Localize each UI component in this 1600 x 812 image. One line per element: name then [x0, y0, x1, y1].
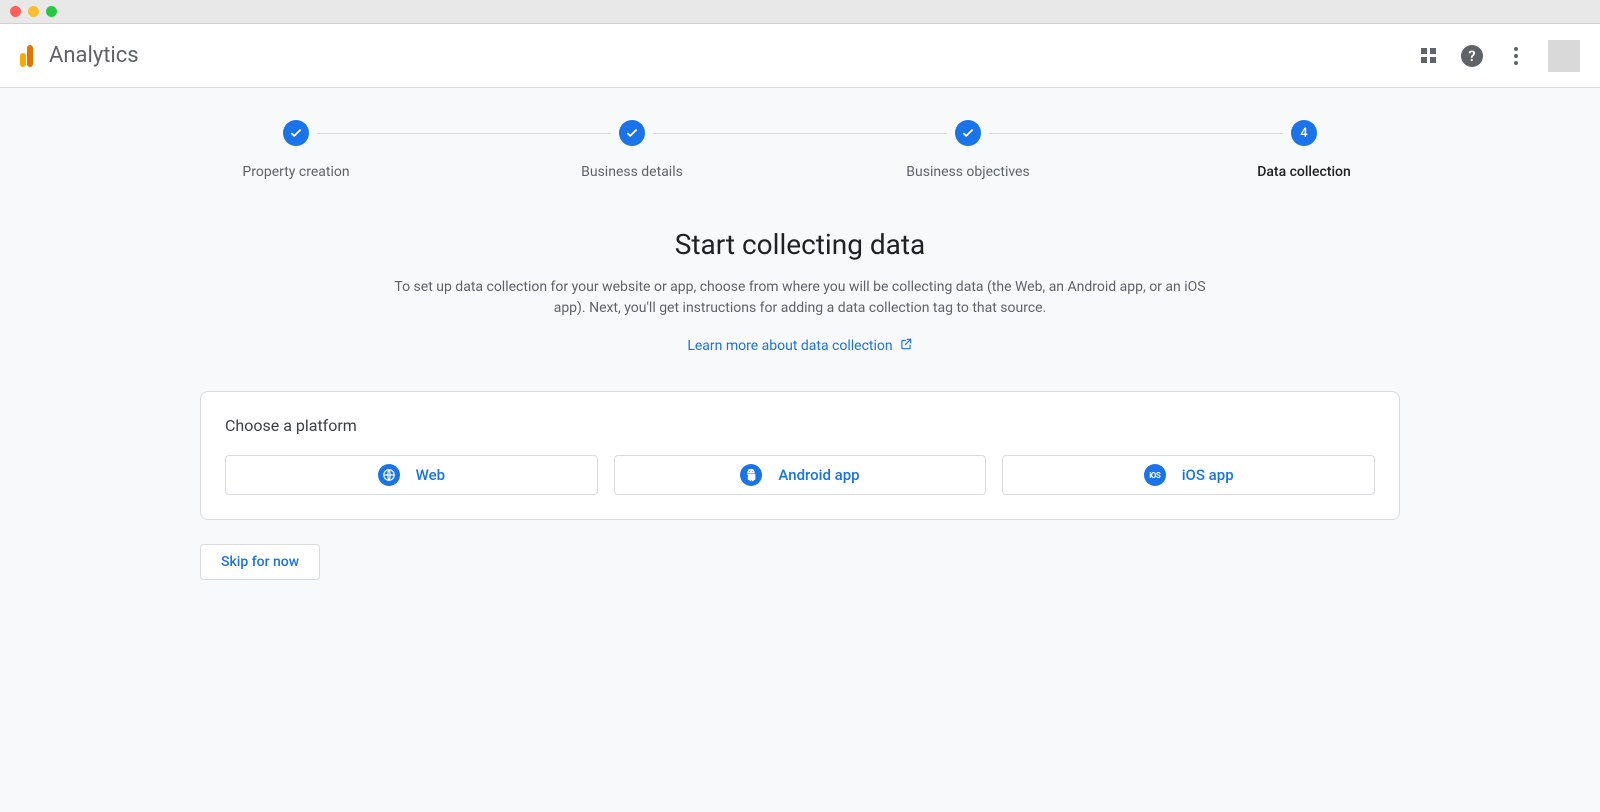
app-title: Analytics	[49, 43, 139, 68]
learn-more-label: Learn more about data collection	[687, 338, 892, 354]
step-label: Data collection	[1257, 164, 1351, 180]
platform-label: iOS app	[1182, 466, 1234, 484]
window-close-icon[interactable]	[10, 6, 21, 17]
apps-grid-icon	[1421, 48, 1436, 63]
check-icon	[619, 120, 645, 146]
app-bar: Analytics ?	[0, 24, 1600, 88]
skip-label: Skip for now	[221, 554, 299, 570]
external-link-icon	[899, 337, 913, 355]
step-label: Business details	[581, 164, 683, 180]
help-icon: ?	[1461, 45, 1483, 67]
globe-icon	[378, 464, 400, 486]
check-icon	[955, 120, 981, 146]
main-content: Property creation Business details Busin…	[0, 88, 1600, 812]
window-minimize-icon[interactable]	[28, 6, 39, 17]
page-subtext: To set up data collection for your websi…	[390, 277, 1210, 319]
skip-button[interactable]: Skip for now	[200, 544, 320, 580]
step-number-icon: 4	[1291, 120, 1317, 146]
platform-label: Android app	[778, 466, 859, 484]
setup-stepper: Property creation Business details Busin…	[200, 120, 1400, 180]
learn-more-link[interactable]: Learn more about data collection	[687, 337, 912, 355]
android-icon	[740, 464, 762, 486]
platform-ios-button[interactable]: iOS iOS app	[1002, 455, 1375, 495]
step-property-creation[interactable]: Property creation	[206, 120, 386, 180]
platform-web-button[interactable]: Web	[225, 455, 598, 495]
step-business-details[interactable]: Business details	[542, 120, 722, 180]
check-icon	[283, 120, 309, 146]
help-button[interactable]: ?	[1452, 36, 1492, 76]
step-label: Property creation	[242, 164, 349, 180]
more-menu-button[interactable]	[1496, 36, 1536, 76]
step-data-collection[interactable]: 4 Data collection	[1214, 120, 1394, 180]
analytics-logo-icon	[20, 45, 33, 67]
platform-android-button[interactable]: Android app	[614, 455, 987, 495]
ios-icon: iOS	[1144, 464, 1166, 486]
platform-label: Web	[416, 466, 445, 484]
window-chrome	[0, 0, 1600, 24]
window-zoom-icon[interactable]	[46, 6, 57, 17]
apps-menu-button[interactable]	[1408, 36, 1448, 76]
platform-card: Choose a platform Web	[200, 391, 1400, 520]
more-vert-icon	[1514, 47, 1518, 65]
page-headline: Start collecting data	[200, 228, 1400, 261]
step-business-objectives[interactable]: Business objectives	[878, 120, 1058, 180]
stepper-line	[304, 133, 1296, 134]
step-label: Business objectives	[906, 164, 1029, 180]
platform-card-title: Choose a platform	[225, 416, 1375, 435]
account-avatar[interactable]	[1548, 40, 1580, 72]
